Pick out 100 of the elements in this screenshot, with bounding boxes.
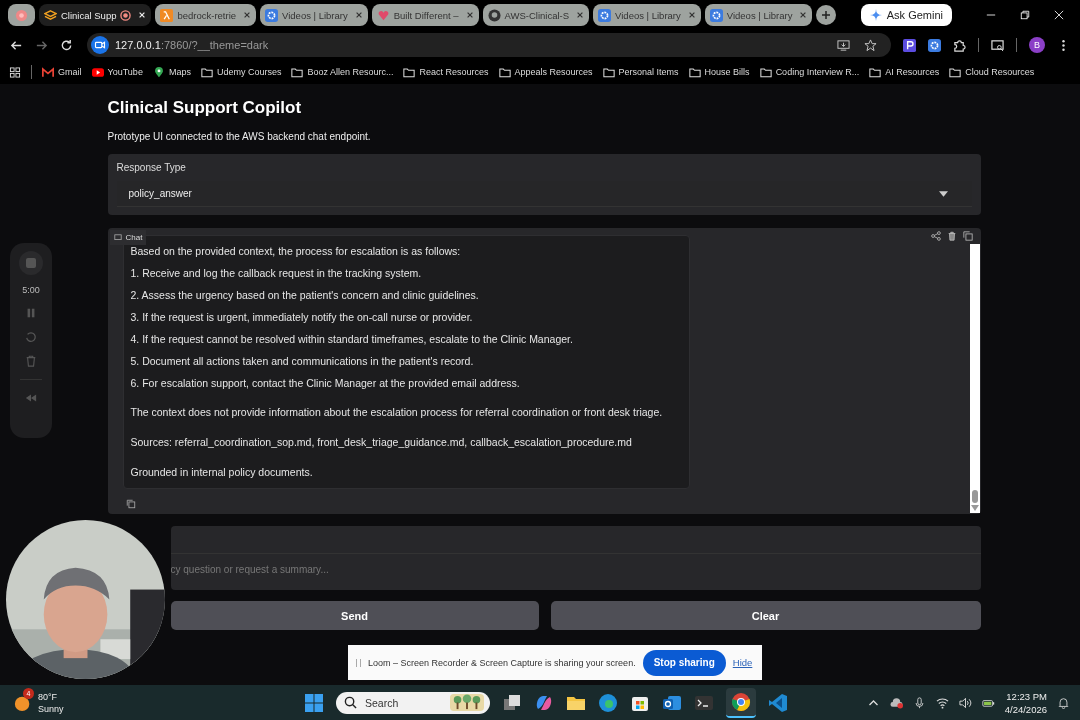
recording-timer: 5:00 xyxy=(22,285,40,295)
copy-icon[interactable] xyxy=(125,499,136,509)
message-paragraph: Sources: referral_coordination_sop.md, front_desk_triage_guidance.md, callback_escalation_procedure.md xyxy=(130,435,633,450)
play-icon xyxy=(91,66,104,78)
cloud-icon[interactable] xyxy=(889,696,903,709)
sharing-notice: Loom – Screen Recorder & Screen Capture is sharing your screen. xyxy=(368,657,636,668)
folder-icon xyxy=(869,66,882,78)
bookmark[interactable]: Gmail xyxy=(42,66,82,78)
browser-tab[interactable]: Videos | Library xyxy=(593,4,701,26)
volume-icon[interactable] xyxy=(958,696,972,709)
message-line: 6. For escalation support, contact the Clinic Manager at the provided email address. xyxy=(130,376,521,391)
layers-icon xyxy=(44,8,57,22)
browser-tab[interactable]: Clinical Supp xyxy=(39,4,152,26)
message-line: Based on the provided context, the process for escalation is as follows: xyxy=(130,244,462,259)
message-line: 5. Document all actions taken and communications in the patient's record. xyxy=(130,354,475,369)
action-button[interactable]: Clear xyxy=(550,601,981,630)
windows-icon[interactable] xyxy=(304,692,324,713)
message-input-field[interactable]: cy question or request a summary... xyxy=(170,526,981,590)
dropdown-caret-icon xyxy=(938,190,948,197)
restart-icon[interactable] xyxy=(25,331,37,343)
puzzle-icon[interactable] xyxy=(953,38,966,52)
bookmark[interactable]: House Bills xyxy=(688,66,750,78)
apps-icon[interactable] xyxy=(9,66,21,78)
task-view-icon[interactable] xyxy=(502,692,522,713)
browser-tab[interactable]: AWS-Clinical-S xyxy=(482,4,590,26)
install-icon[interactable] xyxy=(837,38,850,52)
wifi-icon[interactable] xyxy=(935,696,949,709)
bookmark[interactable]: Udemy Courses xyxy=(200,66,282,78)
browser-tab[interactable]: bedrock-retrie xyxy=(155,4,257,26)
mail-icon xyxy=(42,66,54,78)
chrome-icon[interactable] xyxy=(731,691,751,712)
bell-icon[interactable] xyxy=(1057,696,1070,709)
scroll-down-icon[interactable] xyxy=(970,505,979,511)
page-title: Clinical Support Copilot xyxy=(107,98,303,118)
scrollbar[interactable] xyxy=(969,244,980,513)
heart-icon xyxy=(376,8,390,22)
github-icon xyxy=(487,8,501,22)
message-line: 4. If the request cannot be resolved within standard timeframes, escalate to the Clinic Manager. xyxy=(130,332,574,347)
bookmark[interactable]: YouTube xyxy=(91,66,143,78)
profile-avatar[interactable]: B xyxy=(1029,37,1045,53)
camera-icon xyxy=(91,36,109,54)
tab-title: Videos | Library xyxy=(726,9,793,21)
browser-tab[interactable]: Videos | Library xyxy=(260,4,368,26)
code-editor-icon[interactable] xyxy=(768,692,788,713)
action-button[interactable]: Send xyxy=(170,601,539,630)
bookmark[interactable]: Maps xyxy=(152,66,191,78)
map-pin-icon xyxy=(152,66,165,78)
ask-gemini-button[interactable]: Ask Gemini xyxy=(860,4,952,26)
star-icon[interactable] xyxy=(864,38,877,52)
message-line: 1. Receive and log the callback request in the tracking system. xyxy=(130,266,423,281)
lambda-icon xyxy=(160,8,174,22)
tab-title: Videos | Library xyxy=(615,9,681,21)
bookmark[interactable]: Coding Interview R... xyxy=(759,66,860,78)
search-icon xyxy=(344,696,357,709)
field-label: Response Type xyxy=(116,162,187,173)
browser-tab[interactable] xyxy=(8,4,35,26)
taskbar-search-field[interactable]: Search xyxy=(336,691,490,714)
copy-icon[interactable] xyxy=(962,231,973,241)
loom-icon xyxy=(15,8,28,22)
clock-time[interactable]: 12:23 PM xyxy=(1006,689,1047,703)
tab-title: AWS-Clinical-S xyxy=(504,9,570,21)
tab-title: bedrock-retrie xyxy=(177,9,237,21)
browser-icon[interactable] xyxy=(598,692,618,713)
bookmark[interactable]: Cloud Resources xyxy=(949,66,1035,78)
folder-icon xyxy=(759,66,772,78)
scroll-thumb[interactable] xyxy=(971,490,978,503)
trees-icon xyxy=(450,694,484,711)
stop-sharing-button[interactable]: Stop sharing xyxy=(642,649,726,676)
microphone-icon[interactable] xyxy=(912,696,926,709)
folder-icon xyxy=(498,66,511,78)
gear-icon xyxy=(598,8,612,22)
share-icon[interactable] xyxy=(930,231,941,241)
gear-icon[interactable] xyxy=(928,38,941,52)
message-line: 3. If the request is urgent, immediately notify the on-call nurse or provider. xyxy=(130,310,474,325)
weather-condition: Sunny xyxy=(38,702,64,715)
tab-search-icon[interactable] xyxy=(991,38,1004,52)
browser-tab[interactable]: Built Different – xyxy=(371,4,479,26)
message-paragraph: Grounded in internal policy documents. xyxy=(130,465,314,480)
bookmark[interactable]: React Resources xyxy=(403,66,489,78)
clock-date[interactable]: 4/24/2026 xyxy=(1004,702,1047,716)
reload-icon[interactable] xyxy=(60,38,73,52)
folder-icon xyxy=(403,66,416,78)
bookmark[interactable]: AI Resources xyxy=(869,66,940,78)
restore-icon[interactable] xyxy=(1020,10,1030,20)
extension-icon[interactable] xyxy=(903,38,916,52)
hide-link[interactable]: Hide xyxy=(730,655,755,670)
recording-icon xyxy=(120,9,132,21)
tab-title: Videos | Library xyxy=(282,9,348,21)
bookmark[interactable]: Booz Allen Resourc... xyxy=(291,66,394,78)
folder-icon xyxy=(949,66,962,78)
gear-icon xyxy=(709,8,723,22)
message-line: 2. Assess the urgency based on the patient's concern and clinic guidelines. xyxy=(130,288,480,303)
address-field[interactable]: 127.0.0.1:7860/?__theme=dark xyxy=(87,33,891,57)
tab-title: Clinical Supp xyxy=(61,9,117,21)
bookmark[interactable]: Appeals Resources xyxy=(498,66,593,78)
trash-icon[interactable] xyxy=(946,231,957,241)
new-tab-button[interactable] xyxy=(816,5,837,25)
folder-icon xyxy=(200,66,213,78)
browser-tab[interactable]: Videos | Library xyxy=(704,4,813,26)
bookmark[interactable]: Personal Items xyxy=(602,66,679,78)
